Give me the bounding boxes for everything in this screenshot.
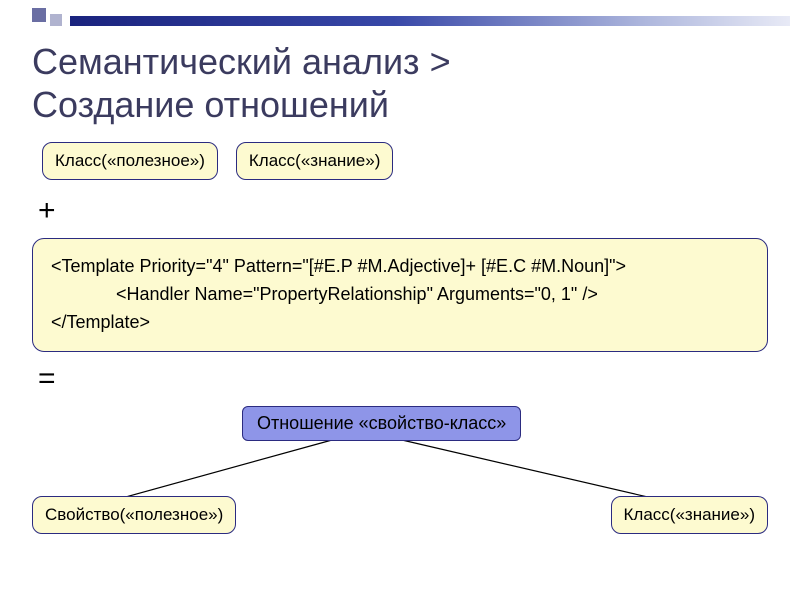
- class-box-znanie-result: Класс(«знание»): [611, 496, 768, 534]
- decor-square: [32, 8, 46, 22]
- decor-square: [50, 14, 62, 26]
- decor-bar: [70, 16, 790, 26]
- title-line1: Семантический анализ >: [32, 41, 451, 82]
- slide-content: Семантический анализ > Создание отношени…: [32, 34, 768, 590]
- class-box-poleznoe: Класс(«полезное»): [42, 142, 218, 180]
- template-code-box: <Template Priority="4" Pattern="[#E.P #M…: [32, 238, 768, 352]
- code-line3: </Template>: [51, 312, 150, 332]
- result-diagram: Отношение «свойство-класс» Свойство(«пол…: [32, 406, 768, 556]
- property-box-poleznoe: Свойство(«полезное»): [32, 496, 236, 534]
- plus-symbol: +: [38, 194, 768, 228]
- relation-box: Отношение «свойство-класс»: [242, 406, 521, 441]
- top-classes-row: Класс(«полезное») Класс(«знание»): [42, 142, 768, 180]
- code-line2: <Handler Name="PropertyRelationship" Arg…: [51, 284, 598, 304]
- equals-symbol: =: [38, 362, 768, 396]
- class-box-znanie: Класс(«знание»): [236, 142, 393, 180]
- title-line2: Создание отношений: [32, 84, 389, 125]
- header-decor: [0, 4, 800, 30]
- code-line1: <Template Priority="4" Pattern="[#E.P #M…: [51, 256, 626, 276]
- slide-title: Семантический анализ > Создание отношени…: [32, 40, 768, 126]
